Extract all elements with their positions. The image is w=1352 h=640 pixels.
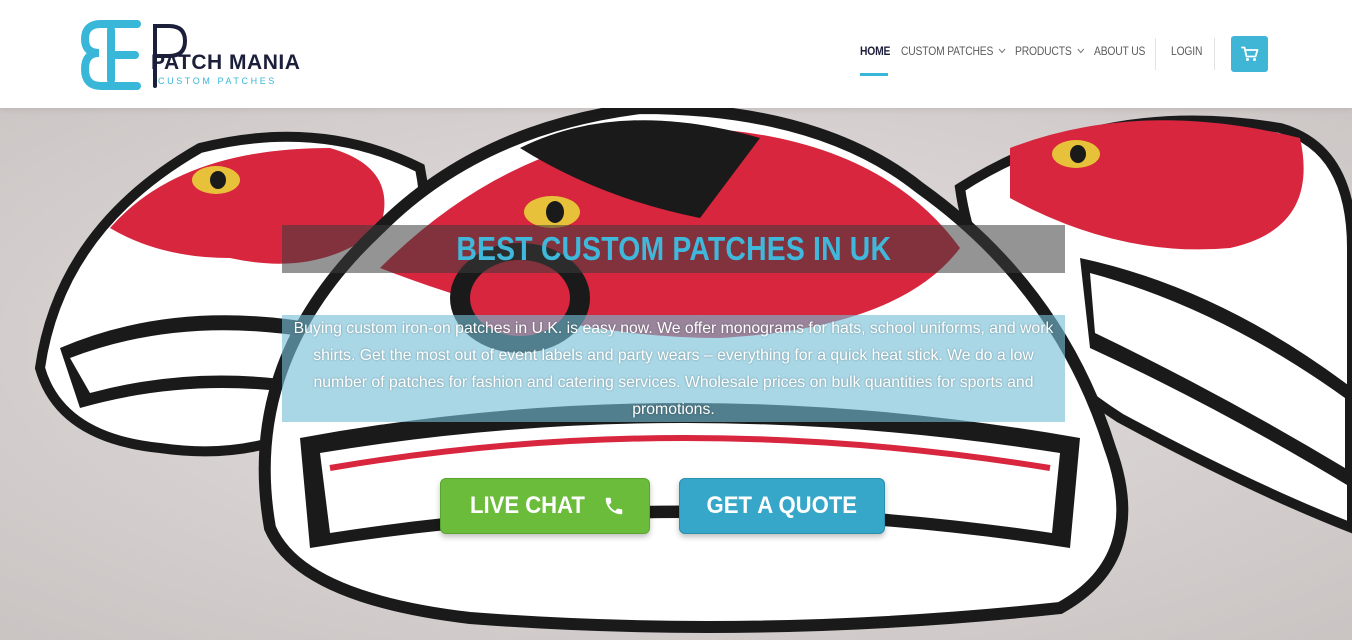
get-quote-label: GET A QUOTE	[706, 492, 858, 519]
get-quote-button[interactable]: GET A QUOTE	[679, 478, 885, 534]
hero-description-box: Buying custom iron-on patches in U.K. is…	[282, 315, 1065, 422]
phone-icon	[606, 497, 623, 515]
nav-item-custom-patches[interactable]: CUSTOM PATCHES	[901, 44, 1006, 58]
nav-item-label: HOME	[860, 44, 891, 58]
nav-item-login[interactable]: LOGIN	[1171, 44, 1202, 58]
nav-divider	[1155, 38, 1156, 70]
site-header: PATCH MANIA CUSTOM PATCHES HOME CUSTOM P…	[0, 0, 1352, 108]
hero-title-box: BEST CUSTOM PATCHES IN UK	[282, 225, 1065, 273]
live-chat-button[interactable]: LIVE CHAT	[440, 478, 650, 534]
brand-tagline: CUSTOM PATCHES	[158, 76, 277, 86]
nav-divider	[1214, 38, 1215, 70]
nav-item-label: CUSTOM PATCHES	[901, 44, 994, 58]
nav-item-products[interactable]: PRODUCTS	[1015, 44, 1085, 58]
shopping-cart-icon	[1240, 46, 1258, 61]
hero-section: BEST CUSTOM PATCHES IN UK Buying custom …	[0, 108, 1352, 640]
hero-title: BEST CUSTOM PATCHES IN UK	[456, 230, 891, 267]
brand-name: PATCH MANIA	[151, 51, 301, 74]
nav-item-home[interactable]: HOME	[860, 44, 890, 58]
site-logo[interactable]: PATCH MANIA CUSTOM PATCHES	[79, 20, 309, 90]
hero-description: Buying custom iron-on patches in U.K. is…	[293, 320, 1054, 418]
nav-item-label: PRODUCTS	[1015, 44, 1072, 58]
active-nav-indicator	[860, 73, 888, 76]
nav-item-label: LOGIN	[1171, 44, 1203, 58]
cart-button[interactable]	[1231, 36, 1268, 72]
chevron-down-icon	[998, 48, 1006, 54]
chevron-down-icon	[1077, 48, 1085, 54]
nav-item-label: ABOUT US	[1094, 44, 1146, 58]
live-chat-label: LIVE CHAT	[469, 492, 585, 519]
nav-item-about-us[interactable]: ABOUT US	[1094, 44, 1145, 58]
